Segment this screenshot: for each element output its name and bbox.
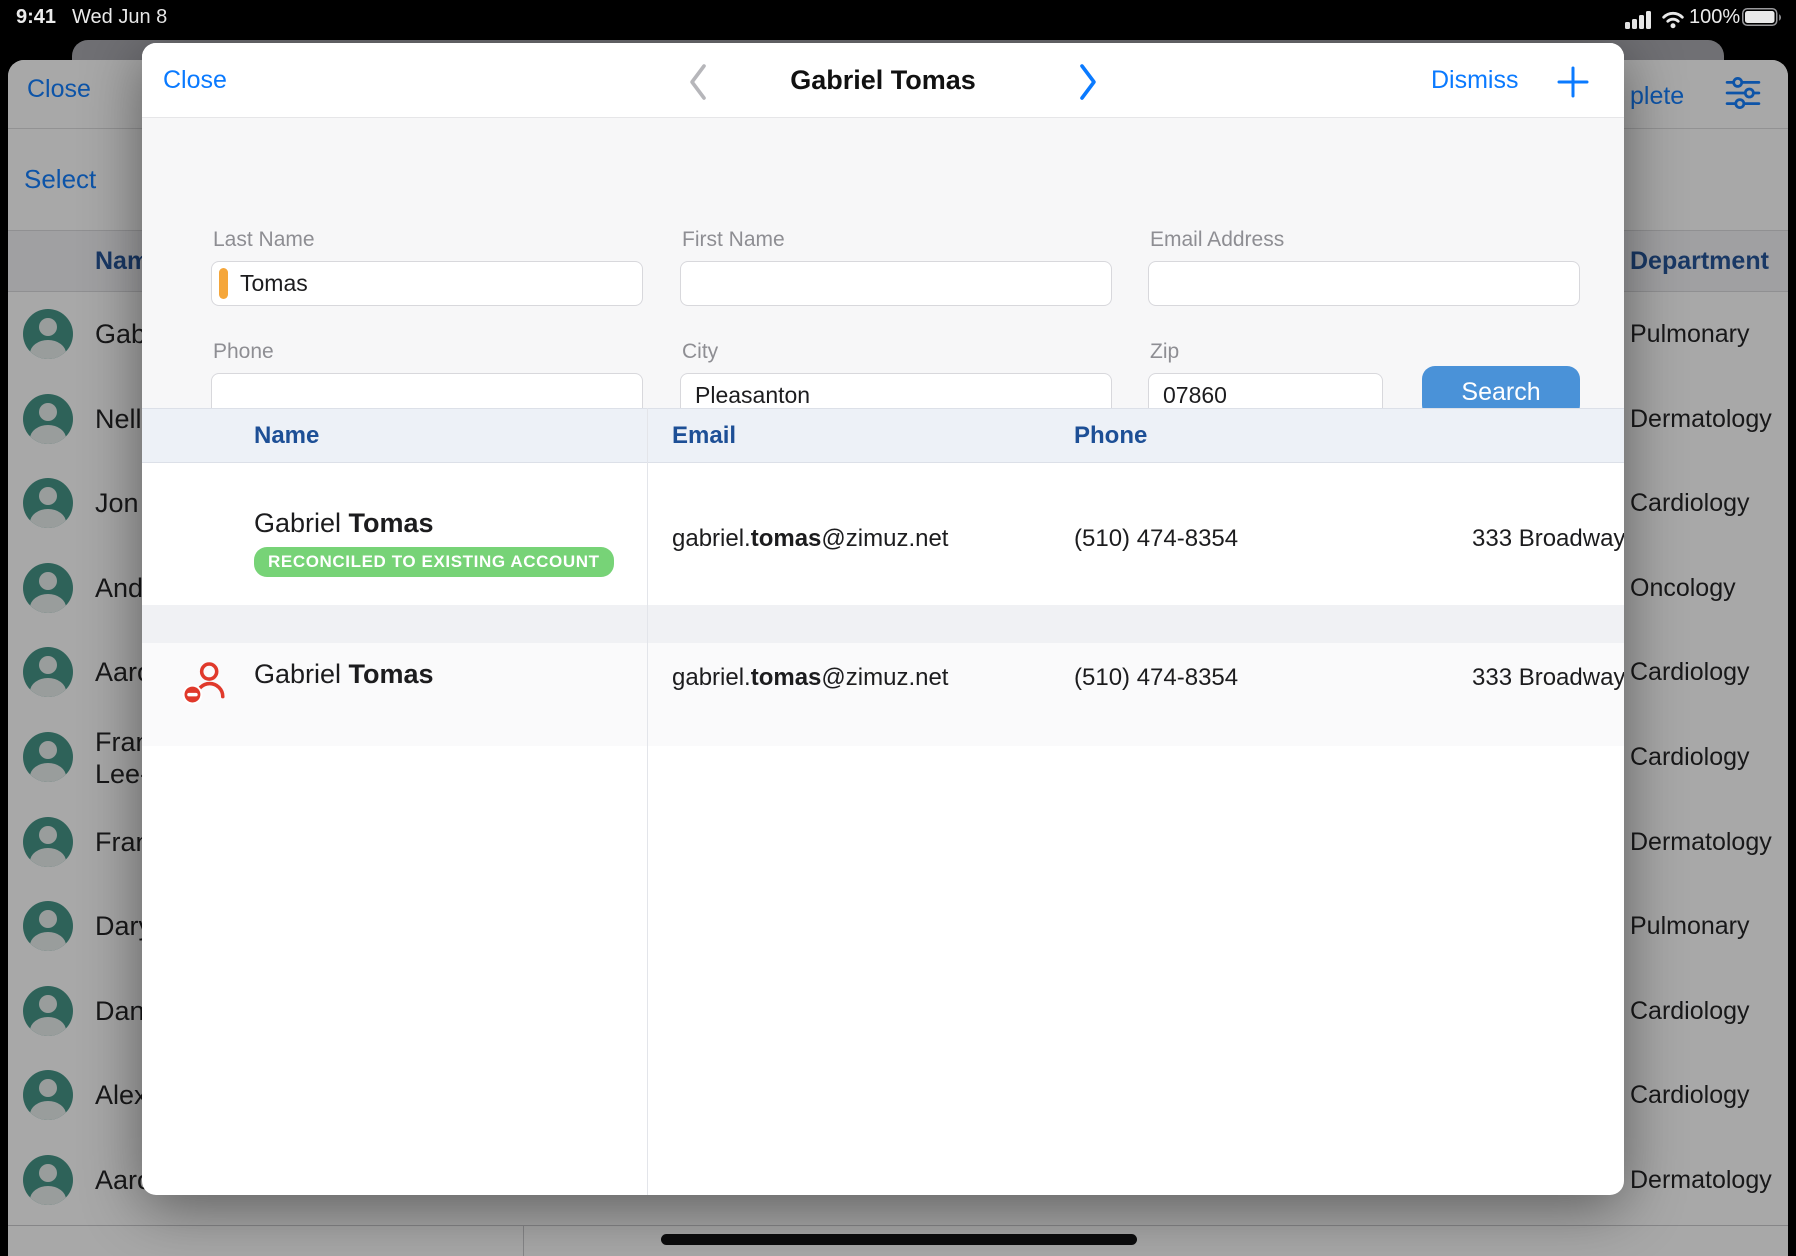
result-phone: (510) 474-8354 — [1074, 664, 1238, 692]
home-indicator[interactable] — [661, 1234, 1137, 1245]
status-time: 9:41 — [16, 6, 56, 29]
first-name-input[interactable] — [681, 262, 1111, 305]
result-row-reconciled[interactable]: Gabriel Tomas RECONCILED TO EXISTING ACC… — [142, 463, 1624, 605]
wifi-icon — [1660, 9, 1686, 34]
battery-icon — [1742, 8, 1782, 32]
status-date: Wed Jun 8 — [72, 6, 167, 29]
results-email-header: Email — [672, 409, 736, 462]
result-address: 333 Broadway Ave — [1472, 664, 1624, 692]
result-phone: (510) 474-8354 — [1074, 525, 1238, 553]
chevron-right-icon[interactable] — [1077, 63, 1099, 106]
email-field-wrap — [1148, 261, 1580, 306]
email-address-label: Email Address — [1150, 228, 1284, 252]
results-table-header: Name Email Phone — [142, 408, 1624, 463]
email-input[interactable] — [1149, 262, 1579, 305]
modal-title: Gabriel Tomas — [142, 43, 1624, 118]
reconciled-badge: RECONCILED TO EXISTING ACCOUNT — [254, 547, 614, 577]
text-caret — [219, 268, 228, 299]
zip-label: Zip — [1150, 340, 1179, 364]
last-name-label: Last Name — [213, 228, 315, 252]
results-phone-header: Phone — [1074, 409, 1147, 462]
results-column-divider — [647, 408, 648, 1195]
status-bar: 9:41 Wed Jun 8 100% — [0, 0, 1796, 40]
phone-label: Phone — [213, 340, 274, 364]
result-email: gabriel.tomas@zimuz.net — [672, 525, 948, 553]
search-form: Last Name First Name Email Address Phone… — [142, 118, 1624, 408]
city-label: City — [682, 340, 718, 364]
dismiss-button[interactable]: Dismiss — [1431, 43, 1519, 118]
result-row-unreconciled[interactable]: Gabriel Tomas gabriel.tomas@zimuz.net (5… — [142, 643, 1624, 746]
remove-person-icon — [182, 660, 228, 709]
first-name-field-wrap — [680, 261, 1112, 306]
last-name-input[interactable] — [212, 262, 642, 305]
result-name: Gabriel Tomas — [254, 659, 434, 690]
patient-search-modal: Close Gabriel Tomas Dismiss Last Name Fi… — [142, 43, 1624, 1195]
result-name: Gabriel Tomas — [254, 508, 434, 539]
result-email: gabriel.tomas@zimuz.net — [672, 664, 948, 692]
cellular-signal-icon — [1625, 11, 1653, 34]
row-separator — [142, 605, 1624, 643]
add-patient-icon[interactable] — [1556, 65, 1590, 104]
modal-header: Close Gabriel Tomas Dismiss — [142, 43, 1624, 118]
battery-percent: 100% — [1689, 6, 1740, 29]
results-name-header: Name — [254, 409, 319, 462]
result-address: 333 Broadway Ave — [1472, 525, 1624, 553]
first-name-label: First Name — [682, 228, 785, 252]
last-name-field-wrap — [211, 261, 643, 306]
chevron-left-icon[interactable] — [687, 63, 709, 106]
